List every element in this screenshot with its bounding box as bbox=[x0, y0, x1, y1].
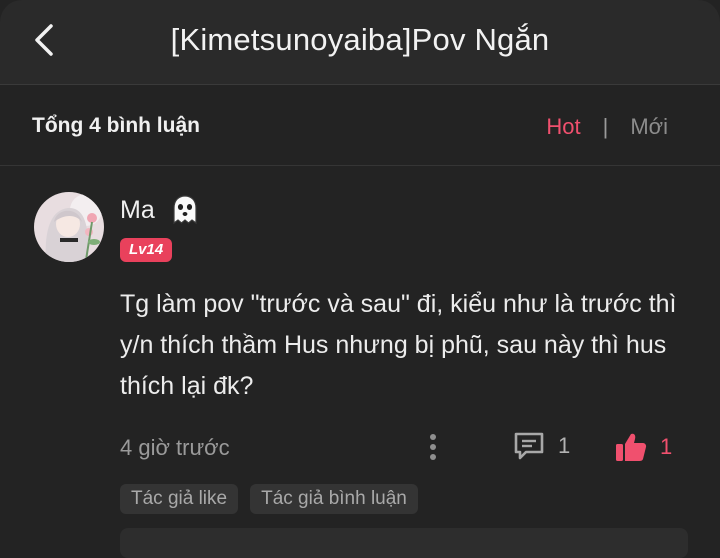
comment-total: Tổng 4 bình luận bbox=[32, 114, 200, 137]
tag-author-replied: Tác giả bình luận bbox=[250, 484, 418, 514]
thumbs-up-icon bbox=[616, 433, 647, 461]
page-title: [Kimetsunoyaiba]Pov Ngắn bbox=[170, 22, 550, 57]
comments-summary-bar: Tổng 4 bình luận Hot | Mới bbox=[0, 85, 720, 166]
comment-item: Ma Lv14 Tg làm pov "trước và sau" đi, ki… bbox=[0, 166, 720, 542]
comment-text: Tg làm pov "trước và sau" đi, kiểu như l… bbox=[120, 290, 677, 400]
sort-toggle: Hot | Mới bbox=[546, 114, 668, 140]
sort-new-tab[interactable]: Mới bbox=[630, 114, 668, 140]
comment-meta-row: 4 giờ trước 1 1 bbox=[120, 432, 680, 464]
more-options-icon[interactable] bbox=[426, 432, 440, 462]
reply-count: 1 bbox=[558, 433, 571, 458]
comment-username[interactable]: Ma bbox=[120, 196, 155, 225]
avatar[interactable] bbox=[34, 192, 104, 262]
like-count: 1 bbox=[660, 434, 673, 459]
top-bar: [Kimetsunoyaiba]Pov Ngắn bbox=[0, 0, 720, 85]
comment-tags: Tác giả like Tác giả bình luận bbox=[120, 484, 418, 514]
reply-preview-card[interactable] bbox=[120, 528, 688, 558]
ghost-icon bbox=[173, 195, 197, 225]
reply-button[interactable]: 1 bbox=[512, 430, 570, 462]
comment-icon bbox=[514, 432, 544, 460]
like-button[interactable]: 1 bbox=[614, 430, 672, 464]
sort-hot-tab[interactable]: Hot bbox=[546, 114, 580, 140]
tag-author-liked: Tác giả like bbox=[120, 484, 239, 514]
sort-divider: | bbox=[602, 114, 609, 139]
comment-timestamp: 4 giờ trước bbox=[120, 435, 230, 460]
level-badge: Lv14 bbox=[120, 238, 173, 262]
